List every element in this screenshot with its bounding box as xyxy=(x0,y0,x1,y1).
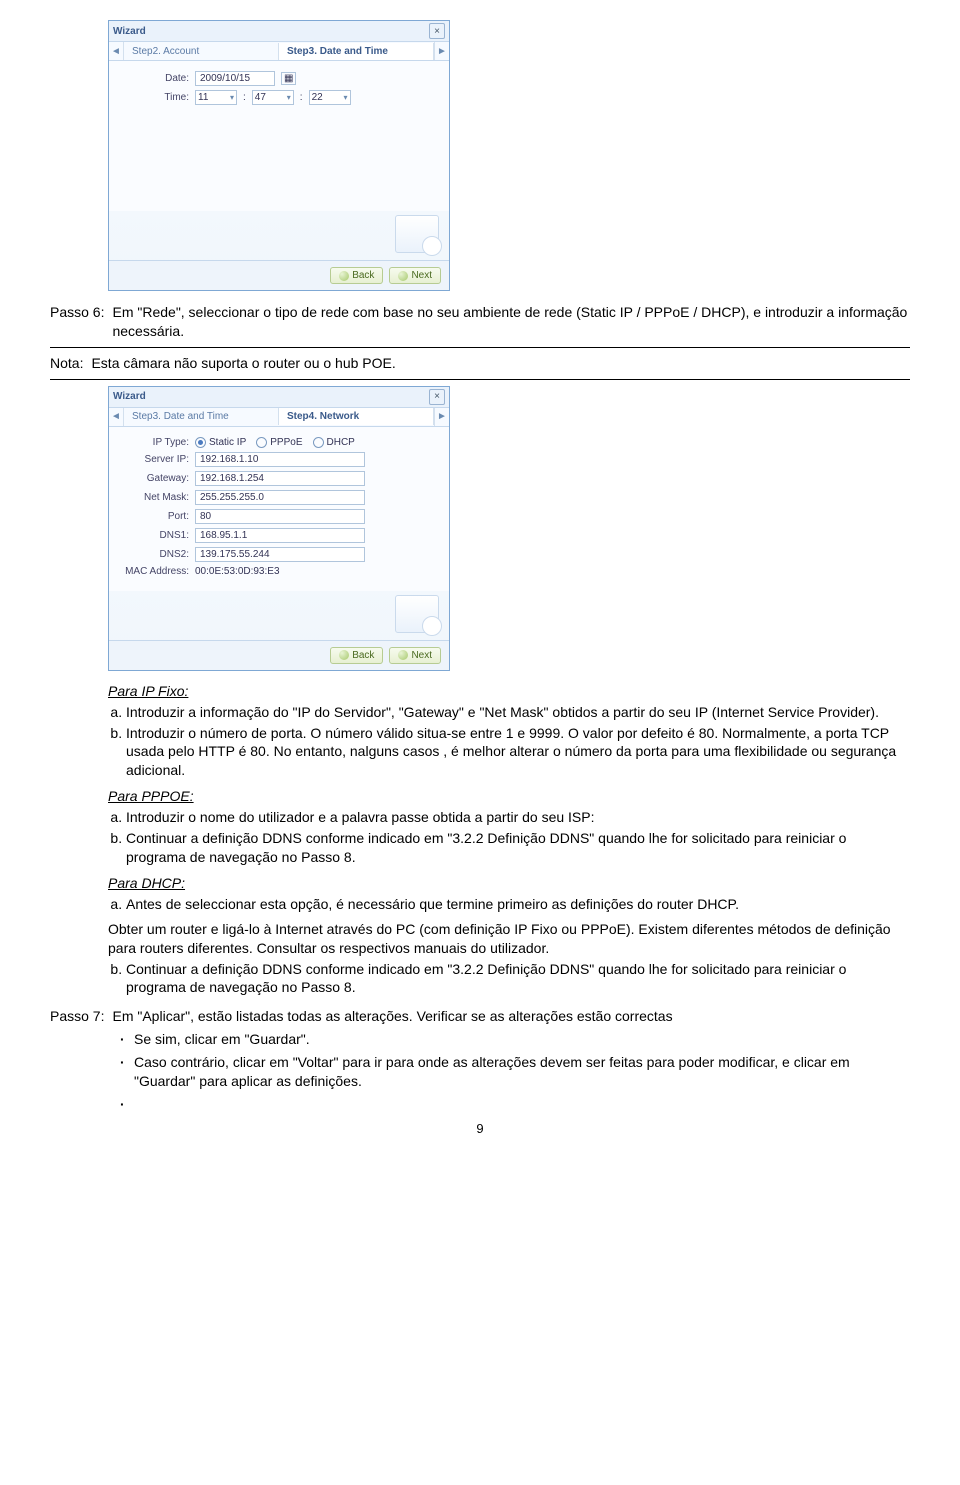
close-icon[interactable]: × xyxy=(429,23,445,39)
time-min-select[interactable]: 47▾ xyxy=(252,90,294,105)
netmask-label: Net Mask: xyxy=(121,492,189,503)
tab-prev-arrow-icon[interactable]: ◄ xyxy=(109,408,124,426)
step7-bul1: Se sim, clicar em "Guardar". xyxy=(120,1030,910,1049)
chevron-down-icon: ▾ xyxy=(287,93,291,102)
step7-bullets: Se sim, clicar em "Guardar". Caso contrá… xyxy=(120,1030,910,1091)
dhcp-title: Para DHCP: xyxy=(108,875,910,891)
separator xyxy=(50,347,910,348)
iptype-label: IP Type: xyxy=(121,437,189,448)
back-button[interactable]: Back xyxy=(330,267,383,284)
ipfixo-title: Para IP Fixo: xyxy=(108,683,910,699)
netmask-input[interactable]: 255.255.255.0 xyxy=(195,490,365,505)
port-label: Port: xyxy=(121,511,189,522)
iptype-radio-group: Static IP PPPoE DHCP xyxy=(195,437,355,448)
chevron-down-icon: ▾ xyxy=(230,93,234,102)
step7-row: Passo 7: Em "Aplicar", estão listadas to… xyxy=(50,1007,910,1026)
dns1-label: DNS1: xyxy=(121,530,189,541)
tab-step3[interactable]: Step3. Date and Time xyxy=(124,408,279,425)
wizard-titlebar: Wizard × xyxy=(109,21,449,42)
wizard-title: Wizard xyxy=(113,391,146,402)
dhcp-p1: Obter um router e ligá-lo à Internet atr… xyxy=(108,920,910,958)
time-sec-select[interactable]: 22▾ xyxy=(309,90,351,105)
next-button[interactable]: Next xyxy=(389,647,441,664)
date-label: Date: xyxy=(121,73,189,84)
pppoe-b: Continuar a definição DDNS conforme indi… xyxy=(126,829,910,867)
gateway-label: Gateway: xyxy=(121,473,189,484)
next-icon xyxy=(398,271,408,281)
wizard-footer: Back Next xyxy=(109,640,449,670)
dhcp-list2: Continuar a definição DDNS conforme indi… xyxy=(108,960,910,998)
back-icon xyxy=(339,271,349,281)
time-label: Time: xyxy=(121,92,189,103)
step6-row: Passo 6: Em "Rede", seleccionar o tipo d… xyxy=(50,303,910,341)
mac-label: MAC Address: xyxy=(121,566,189,577)
tab-step3[interactable]: Step3. Date and Time xyxy=(279,43,434,60)
port-input[interactable]: 80 xyxy=(195,509,365,524)
wizard-footer: Back Next xyxy=(109,260,449,290)
dns2-input[interactable]: 139.175.55.244 xyxy=(195,547,365,562)
close-icon[interactable]: × xyxy=(429,389,445,405)
wizard-network: Wizard × ◄ Step3. Date and Time Step4. N… xyxy=(108,386,450,671)
radio-dhcp[interactable]: DHCP xyxy=(313,437,355,448)
network-icon xyxy=(395,595,439,633)
back-button[interactable]: Back xyxy=(330,647,383,664)
date-input[interactable]: 2009/10/15 xyxy=(195,71,275,86)
step6-label: Passo 6: xyxy=(50,303,104,341)
nota-row: Nota: Esta câmara não suporta o router o… xyxy=(50,354,910,373)
dhcp-list: Antes de seleccionar esta opção, é neces… xyxy=(108,895,910,914)
wizard-illustration xyxy=(109,591,449,640)
wizard-tabs: ◄ Step2. Account Step3. Date and Time ► xyxy=(109,42,449,61)
mac-value: 00:0E:53:0D:93:E3 xyxy=(195,566,280,577)
next-icon xyxy=(398,650,408,660)
clock-icon xyxy=(395,215,439,253)
radio-pppoe[interactable]: PPPoE xyxy=(256,437,302,448)
pppoe-title: Para PPPOE: xyxy=(108,788,910,804)
gateway-input[interactable]: 192.168.1.254 xyxy=(195,471,365,486)
wizard-titlebar: Wizard × xyxy=(109,387,449,408)
step7-bul2: Caso contrário, clicar em "Voltar" para … xyxy=(120,1053,910,1091)
separator xyxy=(50,379,910,380)
dns2-label: DNS2: xyxy=(121,549,189,560)
pppoe-a: Introduzir o nome do utilizador e a pala… xyxy=(126,808,910,827)
ipfixo-a: Introduzir a informação do "IP do Servid… xyxy=(126,703,910,722)
page-number: 9 xyxy=(50,1121,910,1136)
ipfixo-list: Introduzir a informação do "IP do Servid… xyxy=(108,703,910,781)
calendar-icon[interactable]: ▦ xyxy=(281,72,296,85)
next-button[interactable]: Next xyxy=(389,267,441,284)
wizard-tabs: ◄ Step3. Date and Time Step4. Network ► xyxy=(109,408,449,427)
pppoe-list: Introduzir o nome do utilizador e a pala… xyxy=(108,808,910,867)
wizard-body: IP Type: Static IP PPPoE DHCP Server IP:… xyxy=(109,427,449,591)
serverip-label: Server IP: xyxy=(121,454,189,465)
chevron-down-icon: ▾ xyxy=(344,93,348,102)
dhcp-a: Antes de seleccionar esta opção, é neces… xyxy=(126,895,910,914)
dhcp-b: Continuar a definição DDNS conforme indi… xyxy=(126,960,910,998)
nota-text: Esta câmara não suporta o router ou o hu… xyxy=(91,354,910,373)
wizard-illustration xyxy=(109,211,449,260)
back-icon xyxy=(339,650,349,660)
ipfixo-b: Introduzir o número de porta. O número v… xyxy=(126,724,910,781)
tab-step2[interactable]: Step2. Account xyxy=(124,43,279,60)
step7-text: Em "Aplicar", estão listadas todas as al… xyxy=(112,1007,910,1026)
wizard-body: Date: 2009/10/15 ▦ Time: 11▾ : 47▾ : 22▾ xyxy=(109,61,449,211)
wizard-title: Wizard xyxy=(113,26,146,37)
serverip-input[interactable]: 192.168.1.10 xyxy=(195,452,365,467)
step7-label: Passo 7: xyxy=(50,1007,104,1026)
radio-static-ip[interactable]: Static IP xyxy=(195,437,246,448)
step6-text: Em "Rede", seleccionar o tipo de rede co… xyxy=(112,303,910,341)
time-hour-select[interactable]: 11▾ xyxy=(195,90,237,105)
wizard-date-time: Wizard × ◄ Step2. Account Step3. Date an… xyxy=(108,20,450,291)
tab-next-arrow-icon[interactable]: ► xyxy=(434,408,449,426)
nota-label: Nota: xyxy=(50,354,83,373)
tab-step4[interactable]: Step4. Network xyxy=(279,408,434,425)
tab-next-arrow-icon[interactable]: ► xyxy=(434,42,449,60)
dns1-input[interactable]: 168.95.1.1 xyxy=(195,528,365,543)
tab-prev-arrow-icon[interactable]: ◄ xyxy=(109,42,124,60)
